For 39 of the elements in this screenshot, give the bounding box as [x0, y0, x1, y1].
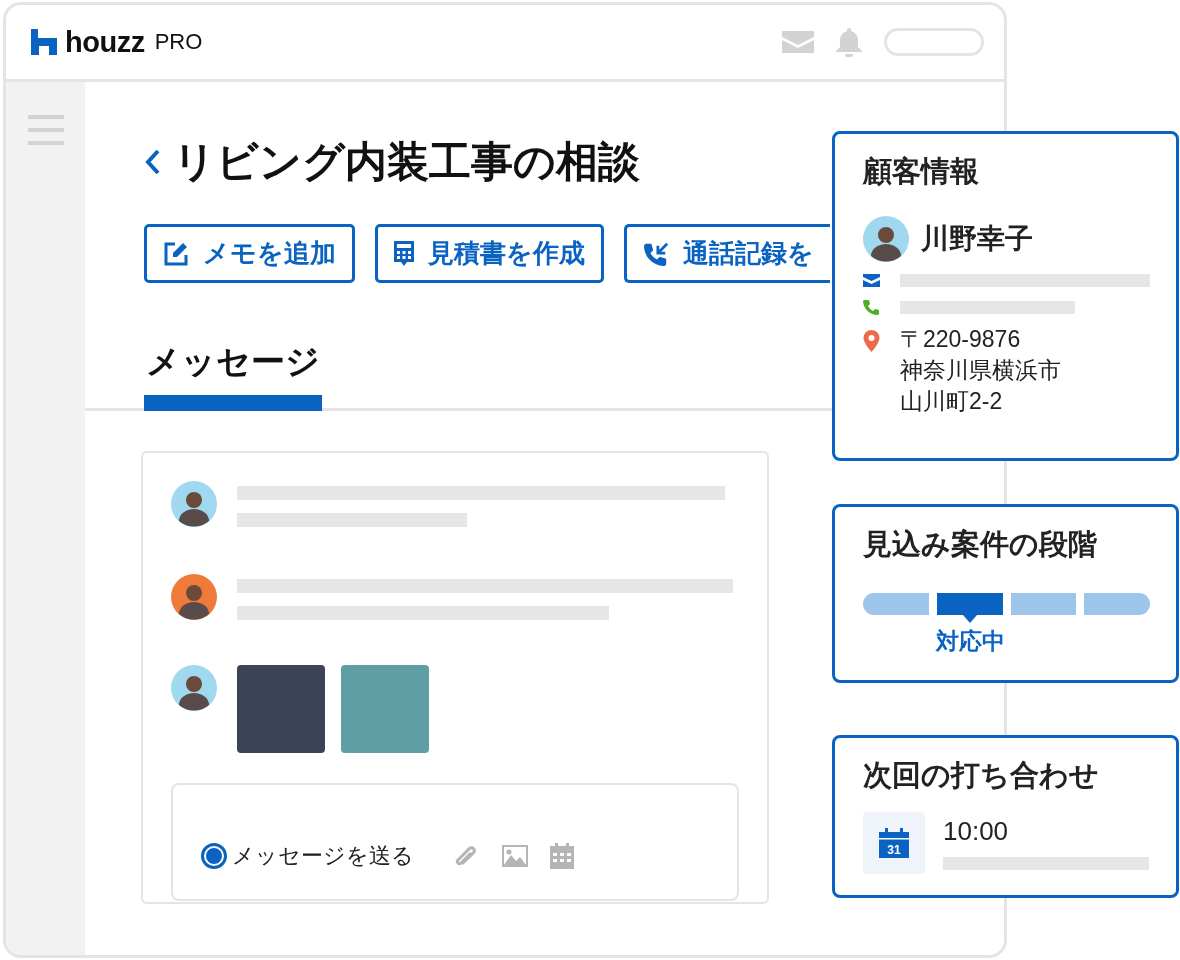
- page-title: リビング内装工事の相談: [173, 137, 640, 187]
- stage-segment[interactable]: [1010, 593, 1077, 615]
- radio-button[interactable]: [201, 843, 227, 869]
- address-line: 神奈川県横浜市: [900, 356, 1061, 385]
- mail-icon[interactable]: [782, 31, 814, 53]
- meeting-time: 10:00: [943, 816, 1010, 847]
- mail-icon: [863, 274, 880, 287]
- customer-name: 川野幸子: [921, 222, 1033, 256]
- calendar-icon[interactable]: [550, 843, 574, 869]
- stage-segment[interactable]: [863, 593, 929, 615]
- menu-icon[interactable]: [28, 115, 64, 145]
- logo-suffix: PRO: [154, 29, 203, 55]
- phone-icon: [863, 299, 880, 316]
- card-title: 顧客情報: [863, 154, 980, 189]
- stage-pointer: [963, 615, 978, 623]
- card-title: 次回の打ち合わせ: [863, 758, 1100, 793]
- action-button[interactable]: 通話記録を: [624, 224, 830, 283]
- send-message-label[interactable]: メッセージを送る: [232, 841, 414, 871]
- action-button[interactable]: メモを追加: [144, 224, 355, 283]
- photo-placeholder[interactable]: [237, 665, 325, 753]
- address-line: 山川町2-2: [900, 387, 1004, 416]
- calculator-icon: [394, 240, 414, 267]
- stage-label: 対応中: [935, 627, 1005, 656]
- image-icon[interactable]: [502, 845, 528, 867]
- messages-tab[interactable]: メッセージ: [144, 339, 322, 411]
- bell-icon[interactable]: [834, 27, 864, 57]
- stage-segment[interactable]: [936, 593, 1003, 615]
- back-chevron-icon[interactable]: [145, 149, 161, 175]
- address-line: 〒220-9876: [900, 325, 1022, 354]
- avatar-icon: [863, 216, 909, 262]
- house-logo-icon: [31, 29, 57, 55]
- edit-icon: [163, 240, 189, 267]
- card-title: 見込み案件の段階: [863, 527, 1098, 562]
- account-pill[interactable]: [884, 28, 984, 56]
- stage-segment[interactable]: [1084, 593, 1150, 615]
- map-pin-icon: [863, 330, 880, 352]
- photo-placeholder[interactable]: [341, 665, 429, 753]
- logo-wordmark: houzz: [65, 25, 145, 59]
- action-button[interactable]: 見積書を作成: [375, 224, 604, 283]
